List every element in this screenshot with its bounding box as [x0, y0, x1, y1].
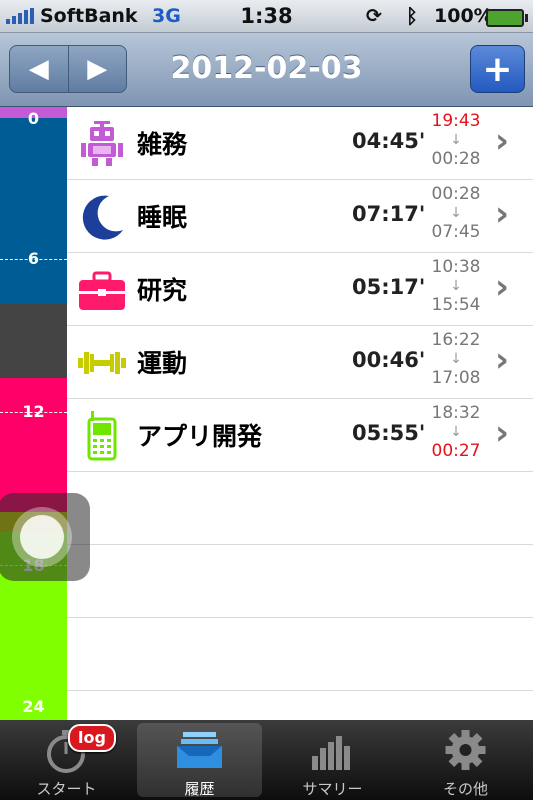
tab-label: サマリー	[302, 780, 363, 798]
activity-name: 雑務	[137, 130, 188, 159]
navigation-bar: ◀ ▶ 2012-02-03 +	[0, 33, 533, 107]
gear-icon	[445, 730, 486, 770]
history-list: 雑務 04:45' 19:43 ↓ 00:28 › 睡眠 07:17' 00:2…	[67, 107, 533, 720]
activity-name: 運動	[137, 349, 188, 378]
disclosure-chevron-icon: ›	[495, 413, 510, 453]
timeline-label-6: 6	[27, 249, 40, 268]
disclosure-chevron-icon: ›	[495, 267, 510, 307]
timeline-label-12: 12	[22, 402, 45, 421]
time-range: 18:32 ↓ 00:27	[423, 403, 489, 461]
activity-name: アプリ開発	[137, 422, 263, 451]
start-time: 18:32	[431, 403, 481, 423]
end-time: 17:08	[431, 368, 481, 388]
time-range: 19:43 ↓ 00:28	[423, 111, 489, 169]
down-arrow-icon: ↓	[450, 424, 462, 440]
tab-bar: log スタート 履歴 サマリー その他	[0, 720, 533, 800]
tab-other[interactable]: その他	[399, 720, 532, 800]
time-range: 10:38 ↓ 15:54	[423, 257, 489, 315]
list-item-sleep[interactable]: 睡眠 07:17' 00:28 ↓ 07:45 ›	[67, 180, 533, 253]
briefcase-icon	[79, 271, 125, 310]
start-time: 19:43	[431, 111, 481, 131]
inbox-tray-icon	[177, 732, 222, 768]
down-arrow-icon: ↓	[450, 351, 462, 367]
empty-list-row	[67, 472, 533, 545]
down-arrow-icon: ↓	[450, 132, 462, 148]
mobile-phone-icon	[87, 411, 117, 461]
next-day-button[interactable]: ▶	[67, 46, 127, 92]
rotation-lock-icon: ⟳	[366, 5, 382, 27]
timeline-segment-sleep	[0, 118, 67, 304]
timeline-segment-research	[0, 378, 67, 512]
tab-start[interactable]: log スタート	[0, 720, 133, 800]
dumbbell-icon	[78, 352, 126, 374]
tab-label: スタート	[36, 780, 97, 798]
bar-chart-icon	[312, 736, 350, 770]
activity-duration: 00:46'	[352, 348, 426, 372]
activity-duration: 07:17'	[352, 202, 426, 226]
status-bar: SoftBank 3G 1:38 ⟳ ᛒ 100%	[0, 0, 533, 33]
start-time: 16:22	[431, 330, 481, 350]
time-range: 00:28 ↓ 07:45	[423, 184, 489, 242]
list-item-research[interactable]: 研究 05:17' 10:38 ↓ 15:54 ›	[67, 253, 533, 326]
assistive-touch-core	[20, 515, 64, 559]
end-time: 15:54	[431, 295, 481, 315]
tab-summary[interactable]: サマリー	[266, 720, 399, 800]
battery-icon	[486, 9, 528, 27]
assistive-touch-button[interactable]	[0, 493, 90, 581]
timeline-label-0: 0	[27, 109, 40, 128]
disclosure-chevron-icon: ›	[495, 340, 510, 380]
disclosure-chevron-icon: ›	[495, 194, 510, 234]
previous-day-button[interactable]: ◀	[10, 46, 68, 92]
list-item-exercise[interactable]: 運動 00:46' 16:22 ↓ 17:08 ›	[67, 326, 533, 399]
activity-name: 研究	[137, 276, 188, 305]
end-time: 07:45	[431, 222, 481, 242]
list-item-app-dev[interactable]: アプリ開発 05:55' 18:32 ↓ 00:27 ›	[67, 399, 533, 472]
add-entry-button[interactable]: +	[470, 45, 525, 93]
battery-percent: 100%	[434, 5, 493, 27]
tab-history[interactable]: 履歴	[133, 720, 266, 800]
activity-duration: 05:17'	[352, 275, 426, 299]
activity-name: 睡眠	[137, 203, 188, 232]
start-time: 10:38	[431, 257, 481, 277]
activity-duration: 04:45'	[352, 129, 426, 153]
time-range: 16:22 ↓ 17:08	[423, 330, 489, 388]
timeline-label-24: 24	[22, 697, 45, 716]
disclosure-chevron-icon: ›	[495, 121, 510, 161]
end-time: 00:28	[431, 149, 481, 169]
tab-label: 履歴	[184, 780, 215, 798]
date-navigation-segmented-control: ◀ ▶	[9, 45, 127, 93]
start-time: 00:28	[431, 184, 481, 204]
tab-label: その他	[442, 780, 488, 798]
crescent-moon-icon	[82, 195, 123, 240]
day-timeline-bar: 0 6 12 18 24	[0, 107, 67, 720]
timeline-segment-gap	[0, 304, 67, 378]
bluetooth-icon: ᛒ	[406, 4, 418, 28]
down-arrow-icon: ↓	[450, 205, 462, 221]
robot-icon	[81, 121, 123, 166]
end-time: 00:27	[431, 441, 481, 461]
down-arrow-icon: ↓	[450, 278, 462, 294]
list-item-chores[interactable]: 雑務 04:45' 19:43 ↓ 00:28 ›	[67, 107, 533, 180]
empty-list-row	[67, 618, 533, 691]
empty-list-row	[67, 545, 533, 618]
activity-duration: 05:55'	[352, 421, 426, 445]
log-badge: log	[68, 724, 116, 752]
